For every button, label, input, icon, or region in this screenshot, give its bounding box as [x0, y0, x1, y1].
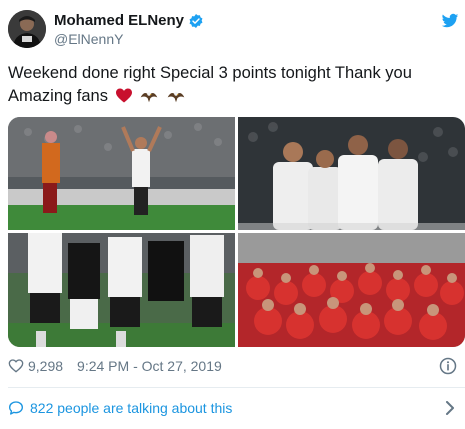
talking-link[interactable]: 822 people are talking about this — [8, 398, 232, 418]
chevron-right-icon[interactable] — [445, 401, 455, 415]
handle[interactable]: @ElNennY — [54, 31, 123, 47]
tweet-text-content: Weekend done right Special 3 points toni… — [8, 64, 412, 105]
divider — [8, 387, 465, 388]
speech-bubble-icon — [9, 401, 23, 415]
verified-badge-icon — [189, 13, 203, 28]
twitter-bird-icon[interactable] — [441, 12, 459, 30]
eagle-emoji-icon — [167, 92, 185, 103]
tweet-meta: 9,298 9:24 PM - Oct 27, 2019 — [8, 356, 222, 376]
red-heart-emoji-icon — [115, 88, 132, 103]
tweet-card: Mohamed ELNeny @ElNennY Weekend done rig… — [0, 0, 465, 429]
tweet-text: Weekend done right Special 3 points toni… — [8, 62, 463, 108]
media-photo-3[interactable] — [8, 233, 235, 347]
tweet-header: Mohamed ELNeny @ElNennY — [8, 10, 463, 50]
name-line: Mohamed ELNeny — [54, 12, 204, 29]
eagle-emoji-icon — [140, 92, 158, 103]
info-icon[interactable] — [439, 357, 457, 375]
display-name[interactable]: Mohamed ELNeny — [54, 12, 184, 29]
tweet-timestamp[interactable]: 9:24 PM - Oct 27, 2019 — [77, 358, 222, 374]
like-count[interactable]: 9,298 — [28, 358, 63, 374]
media-photo-4[interactable] — [238, 233, 465, 347]
like-heart-icon[interactable] — [8, 358, 24, 374]
media-grid — [8, 117, 465, 347]
avatar[interactable] — [8, 10, 46, 48]
media-photo-1[interactable] — [8, 117, 235, 230]
media-photo-2[interactable] — [238, 117, 465, 230]
talking-text[interactable]: 822 people are talking about this — [30, 400, 232, 416]
